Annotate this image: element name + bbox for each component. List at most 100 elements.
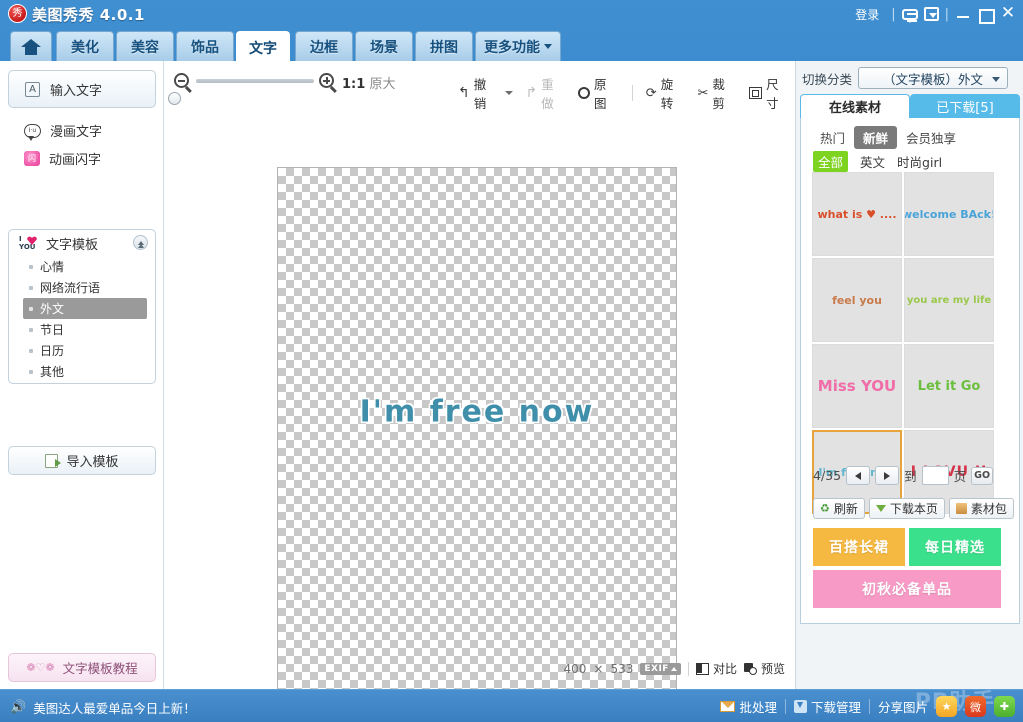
pill-hot[interactable]: 热门 bbox=[811, 126, 854, 149]
speaker-icon: 🔊 bbox=[10, 700, 26, 715]
image-canvas[interactable]: I'm free now bbox=[277, 167, 677, 700]
download-manager-button[interactable]: 下载管理 bbox=[794, 697, 861, 716]
ad-banner-dress[interactable]: 百搭长裙 bbox=[813, 528, 905, 566]
tab-frame[interactable]: 边框 bbox=[295, 31, 353, 61]
minimize-icon[interactable] bbox=[955, 7, 971, 21]
template-let-it-go[interactable]: Let it Go bbox=[904, 344, 994, 428]
canvas-text-layer[interactable]: I'm free now bbox=[360, 395, 595, 430]
redo-icon: ↱ bbox=[525, 87, 537, 99]
pill-member[interactable]: 会员独享 bbox=[897, 126, 965, 149]
template-miss-you[interactable]: Miss YOU bbox=[812, 344, 902, 428]
ad-banner-daily-picks[interactable]: 每日精选 bbox=[909, 528, 1001, 566]
announcement[interactable]: 🔊 美图达人最爱单品今日上新！ bbox=[10, 698, 196, 717]
text-template-header[interactable]: IYOU 文字模板 bbox=[9, 230, 155, 256]
divider bbox=[785, 699, 786, 714]
zoom-in-icon[interactable] bbox=[319, 73, 334, 88]
image-height: 533 bbox=[610, 662, 633, 676]
zoom-out-icon[interactable] bbox=[174, 73, 189, 88]
sidebar-subitem-other[interactable]: 其他 bbox=[23, 361, 147, 382]
compare-button[interactable]: 对比 bbox=[696, 660, 737, 677]
batch-process-button[interactable]: 批处理 bbox=[720, 697, 777, 716]
share-qzone-icon[interactable]: ★ bbox=[936, 696, 957, 717]
bullet-icon bbox=[29, 370, 33, 374]
pill-new[interactable]: 新鲜 bbox=[854, 126, 897, 149]
sidebar-subitem-foreign[interactable]: 外文 bbox=[23, 298, 147, 319]
exif-badge[interactable]: EXIF bbox=[640, 663, 681, 675]
share-weibo-icon[interactable]: 微 bbox=[965, 696, 986, 717]
chevron-up-icon[interactable] bbox=[133, 235, 148, 250]
tab-home[interactable] bbox=[10, 31, 52, 61]
speech-bubble-icon: I·u bbox=[24, 124, 41, 138]
sidebar-item-comic-text[interactable]: I·u 漫画文字 bbox=[24, 121, 102, 140]
tab-collage[interactable]: 拼图 bbox=[415, 31, 473, 61]
filter-pills: 热门 新鲜 会员独享 bbox=[811, 126, 965, 149]
category-switch-row: 切换分类 （文字模板）外文 bbox=[802, 67, 1008, 89]
pill-label: 会员独享 bbox=[906, 131, 956, 146]
exif-label: EXIF bbox=[644, 664, 669, 674]
close-icon[interactable]: ✕ bbox=[999, 6, 1017, 22]
chevron-down-icon[interactable] bbox=[505, 91, 513, 95]
resize-icon bbox=[749, 87, 762, 99]
sidebar-subitem-holiday[interactable]: 节日 bbox=[23, 319, 147, 340]
template-you-are-my-life[interactable]: you are my life bbox=[904, 258, 994, 342]
editor-area: 1:1 原大 ↰ 撤销 ↱ 重做 原图 bbox=[164, 61, 795, 689]
import-template-button[interactable]: 导入模板 bbox=[8, 446, 156, 475]
login-button[interactable]: 登录 bbox=[849, 6, 885, 23]
download-page-button[interactable]: 下载本页 bbox=[869, 498, 945, 519]
sidebar-item-input-text[interactable]: A 输入文字 bbox=[8, 70, 156, 108]
page-number-input[interactable] bbox=[922, 466, 949, 485]
template-welcome-back[interactable]: welcome BAck! bbox=[904, 172, 994, 256]
prev-page-button[interactable] bbox=[846, 466, 870, 485]
subtag-label: 时尚girl bbox=[897, 155, 942, 170]
refresh-label: 刷新 bbox=[834, 500, 858, 517]
text-a-icon: A bbox=[25, 82, 40, 97]
template-what-is-love[interactable]: what is ♥ .... bbox=[812, 172, 902, 256]
sidebar-item-anim-text[interactable]: 闪 动画闪字 bbox=[24, 149, 101, 168]
subtag-english[interactable]: 英文 bbox=[860, 152, 885, 171]
preview-icon bbox=[744, 663, 757, 675]
subtag-fashion-girl[interactable]: 时尚girl bbox=[897, 152, 942, 171]
material-pack-label: 素材包 bbox=[971, 500, 1007, 517]
share-wechat-icon[interactable]: ✚ bbox=[994, 696, 1015, 717]
chat-icon[interactable] bbox=[902, 9, 918, 20]
tab-scene[interactable]: 场景 bbox=[355, 31, 413, 61]
refresh-button[interactable]: ♻ 刷新 bbox=[813, 498, 865, 519]
app-logo-icon bbox=[8, 4, 27, 23]
divider bbox=[632, 85, 633, 101]
sidebar-subitem-buzzwords[interactable]: 网络流行语 bbox=[23, 277, 147, 298]
tab-decoration[interactable]: 饰品 bbox=[176, 31, 234, 61]
category-value: （文字模板）外文 bbox=[883, 69, 983, 88]
tab-label: 美容 bbox=[131, 37, 159, 57]
download-manager-icon bbox=[794, 700, 807, 713]
bullet-icon bbox=[29, 286, 33, 290]
refresh-icon: ♻ bbox=[820, 502, 830, 515]
tab-text[interactable]: 文字 bbox=[236, 31, 290, 64]
package-icon bbox=[956, 503, 967, 514]
tab-more[interactable]: 更多功能 bbox=[475, 31, 561, 61]
tab-retouch[interactable]: 美容 bbox=[116, 31, 174, 61]
tab-downloaded[interactable]: 已下载[5] bbox=[910, 94, 1020, 118]
tab-beautify[interactable]: 美化 bbox=[56, 31, 114, 61]
ad-banner-autumn[interactable]: 初秋必备单品 bbox=[813, 570, 1001, 608]
share-image-button[interactable]: 分享图片 bbox=[878, 697, 928, 716]
material-pack-button[interactable]: 素材包 bbox=[949, 498, 1014, 519]
template-feel-you[interactable]: feel you bbox=[812, 258, 902, 342]
subtag-all[interactable]: 全部 bbox=[813, 151, 848, 172]
next-page-button[interactable] bbox=[875, 466, 899, 485]
tutorial-button[interactable]: ❁♡❁ 文字模板教程 bbox=[8, 653, 156, 682]
go-button[interactable]: GO bbox=[971, 467, 993, 485]
dropdown-icon[interactable] bbox=[924, 7, 939, 21]
template-preview-text: welcome BAck! bbox=[904, 208, 994, 221]
maximize-icon[interactable] bbox=[977, 7, 993, 21]
subitem-label: 外文 bbox=[40, 300, 64, 317]
sidebar-subitem-calendar[interactable]: 日历 bbox=[23, 340, 147, 361]
sidebar-item-label: 输入文字 bbox=[50, 80, 102, 99]
ad-label: 百搭长裙 bbox=[829, 537, 889, 557]
tab-label: 饰品 bbox=[191, 37, 219, 57]
category-dropdown[interactable]: （文字模板）外文 bbox=[858, 67, 1008, 89]
preview-button[interactable]: 预览 bbox=[744, 660, 785, 677]
zoom-slider[interactable] bbox=[196, 79, 314, 83]
tab-online-material[interactable]: 在线素材 bbox=[800, 94, 910, 118]
sidebar-subitem-mood[interactable]: 心情 bbox=[23, 256, 147, 277]
subitem-label: 心情 bbox=[40, 258, 64, 275]
